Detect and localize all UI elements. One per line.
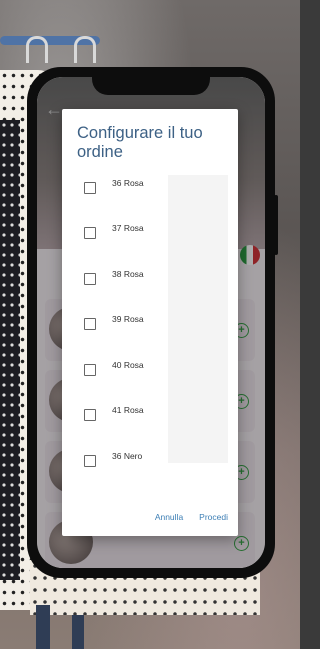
checkbox[interactable] [84, 455, 96, 467]
rack-pole [72, 615, 84, 649]
checkbox[interactable] [84, 182, 96, 194]
hanger-hook [26, 36, 48, 63]
option-item[interactable]: 36 Nero [62, 446, 232, 476]
option-item[interactable]: 38 Rosa [62, 264, 232, 294]
configure-order-dialog: Configurare il tuo ordine 36 Rosa 37 Ros… [62, 109, 238, 536]
option-item[interactable]: 36 Rosa [62, 173, 232, 203]
phone-side-button [274, 195, 278, 255]
phone-notch [92, 67, 210, 95]
hanger-hook [74, 36, 96, 63]
option-label: 38 Rosa [112, 269, 144, 279]
dialog-title: Configurare il tuo ordine [77, 124, 203, 161]
checkbox[interactable] [84, 409, 96, 421]
dialog-actions: Annulla Procedi [155, 512, 228, 522]
option-label: 37 Rosa [112, 223, 144, 233]
option-label: 36 Nero [112, 451, 143, 461]
option-label: 41 Rosa [112, 405, 144, 415]
option-label: 39 Rosa [112, 314, 144, 324]
cancel-button[interactable]: Annulla [155, 512, 183, 522]
checkbox[interactable] [84, 318, 96, 330]
rack-pole [36, 605, 50, 649]
checkbox[interactable] [84, 364, 96, 376]
option-item[interactable]: 39 Rosa [62, 309, 232, 339]
option-item[interactable]: 40 Rosa [62, 355, 232, 385]
proceed-button[interactable]: Procedi [199, 512, 228, 522]
option-label: 40 Rosa [112, 360, 144, 370]
option-label: 36 Rosa [112, 178, 144, 188]
dark-garment [0, 120, 20, 580]
checkbox[interactable] [84, 273, 96, 285]
option-item[interactable]: 37 Rosa [62, 218, 232, 248]
option-item[interactable]: 41 Rosa [62, 400, 232, 430]
checkbox[interactable] [84, 227, 96, 239]
